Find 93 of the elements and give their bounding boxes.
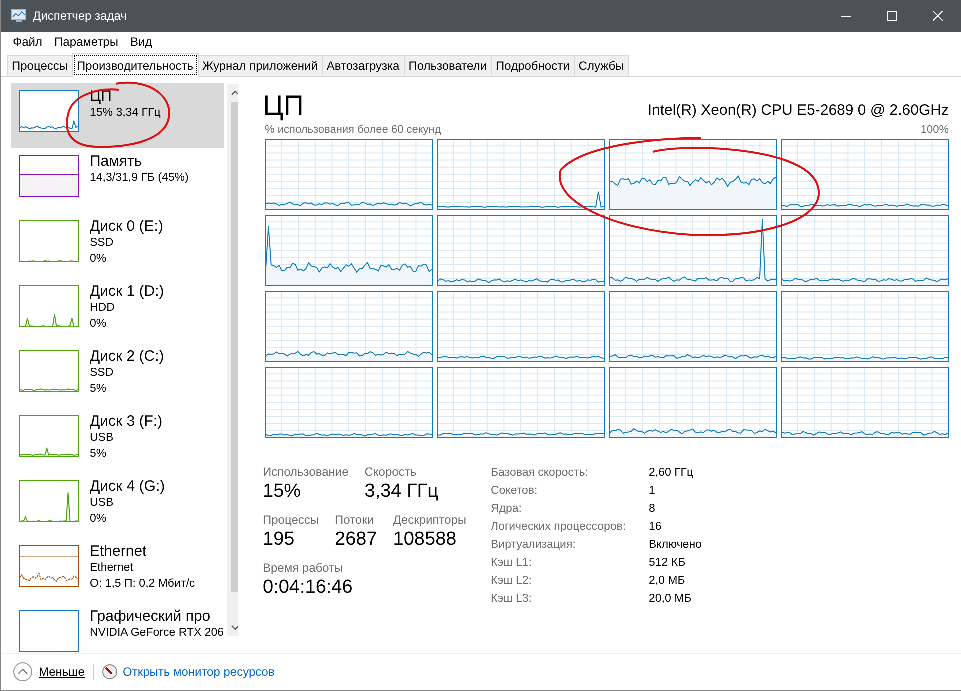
sidebar-item[interactable]: Ethernet Ethernet О: 1,5 П: 0,2 Мбит/с	[11, 538, 224, 603]
close-icon	[932, 10, 944, 22]
usage-graph	[19, 610, 79, 652]
device-type: NVIDIA GeForce RTX 206	[90, 626, 224, 641]
tab[interactable]: Автозагрузка	[322, 55, 405, 76]
menu-item[interactable]: Вид	[124, 35, 158, 49]
device-usage: 15% 3,34 ГГц	[90, 106, 161, 121]
device-usage: 0%	[90, 512, 108, 527]
memory-graph	[19, 155, 79, 197]
device-usage: 5%	[90, 382, 108, 397]
tab[interactable]: Процессы	[7, 55, 74, 76]
device-usage: 5%	[90, 447, 108, 462]
device-usage: 0%	[90, 252, 108, 267]
stat-label: Потоки	[335, 512, 376, 528]
sidebar-item[interactable]: Диск 0 (E:) SSD 0%	[11, 213, 224, 278]
menu-item[interactable]: Параметры	[48, 35, 124, 49]
device-name: Графический про	[90, 608, 212, 625]
device-name: Диск 2 (C:)	[90, 348, 164, 365]
fewer-details-button[interactable]: Меньше	[13, 662, 85, 682]
tab[interactable]: Пользователи	[404, 55, 492, 76]
spec-value: 8	[649, 502, 656, 517]
spec-label: Кэш L3:	[491, 592, 533, 607]
usage-graph	[19, 350, 79, 392]
usage-graph	[19, 90, 79, 132]
scrollbar-thumb[interactable]	[231, 102, 238, 592]
device-name: Диск 3 (F:)	[90, 413, 163, 430]
spec-label: Логических процессоров:	[491, 520, 628, 535]
spec-value: 2,60 ГГц	[649, 466, 695, 481]
device-usage: 0%	[90, 317, 108, 332]
device-type: SSD	[90, 366, 115, 381]
usage-graph	[19, 545, 79, 587]
caret-down-icon	[231, 624, 238, 630]
spec-value: 2,0 МБ	[649, 574, 686, 589]
spec-label: Базовая скорость:	[491, 466, 590, 481]
spec-label: Ядра:	[491, 502, 524, 517]
spec-label: Сокетов:	[491, 484, 539, 499]
usage-graph	[19, 480, 79, 522]
gauge-icon	[102, 664, 118, 680]
device-name: Диск 4 (G:)	[90, 478, 166, 495]
sidebar-item[interactable]: Диск 2 (C:) SSD 5%	[11, 343, 224, 408]
device-type: USB	[90, 431, 115, 446]
stat-label: Процессы	[263, 512, 320, 528]
device-usage: 14,3/31,9 ГБ (45%)	[90, 171, 189, 186]
stat-label: Время работы	[263, 560, 344, 576]
tab[interactable]: Журнал приложений	[198, 55, 323, 76]
chevron-up-icon	[13, 662, 33, 682]
stat-label: Дескрипторы	[393, 512, 467, 528]
device-name: Диск 1 (D:)	[90, 283, 164, 300]
sidebar-item[interactable]: Диск 3 (F:) USB 5%	[11, 408, 224, 473]
spec-label: Виртуализация:	[491, 538, 577, 553]
monitor-icon	[11, 9, 27, 23]
stat-value: 2687	[335, 528, 378, 552]
stat-label: Скорость	[364, 464, 418, 480]
spec-label: Кэш L1:	[491, 556, 533, 571]
tab[interactable]: Службы	[574, 55, 630, 76]
caret-up-icon	[231, 90, 238, 96]
window-title: Диспетчер задач	[33, 9, 127, 23]
stat-value: 3,34 ГГц	[364, 480, 438, 504]
stat-value: 0:04:16:46	[263, 576, 353, 600]
sidebar-item[interactable]: Диск 4 (G:) USB 0%	[11, 473, 224, 538]
panel-title: ЦП	[263, 91, 304, 121]
device-type: USB	[90, 496, 115, 511]
sidebar-item[interactable]: Графический про NVIDIA GeForce RTX 206	[11, 603, 224, 653]
menu-item[interactable]: Файл	[7, 35, 49, 49]
usage-graph	[19, 415, 79, 457]
device-name: Диск 0 (E:)	[90, 218, 164, 235]
stat-value: 15%	[263, 480, 302, 504]
usage-graph	[19, 220, 79, 262]
stat-value: 195	[263, 528, 296, 552]
spec-value: 512 КБ	[649, 556, 687, 571]
device-type: HDD	[90, 301, 116, 316]
spec-value: 1	[649, 484, 656, 499]
tab[interactable]: Подробности	[491, 55, 575, 76]
usage-graph	[19, 285, 79, 327]
device-name: Память	[90, 153, 144, 170]
device-type: SSD	[90, 236, 115, 251]
device-usage: О: 1,5 П: 0,2 Мбит/с	[90, 577, 196, 592]
tab[interactable]: Производительность	[72, 53, 198, 77]
processor-model: Intel(R) Xeon(R) CPU E5-2689 0 @ 2.60GHz	[648, 102, 949, 119]
spec-label: Кэш L2:	[491, 574, 533, 589]
spec-value: 16	[649, 520, 663, 535]
sidebar-item[interactable]: Память 14,3/31,9 ГБ (45%)	[11, 148, 224, 213]
device-name: Ethernet	[90, 543, 148, 560]
resource-monitor-link[interactable]: Открыть монитор ресурсов	[122, 665, 275, 679]
sidebar-item[interactable]: Диск 1 (D:) HDD 0%	[11, 278, 224, 343]
maximize-icon	[886, 10, 898, 22]
spec-value: Включено	[649, 538, 702, 553]
device-type: Ethernet	[90, 561, 134, 576]
spec-value: 20,0 МБ	[649, 592, 693, 607]
stat-value: 108588	[393, 528, 458, 552]
stat-label: Использование	[263, 464, 349, 480]
graph-max-label: 100%	[920, 124, 949, 136]
graph-caption: % использования более 60 секунд	[265, 124, 442, 136]
